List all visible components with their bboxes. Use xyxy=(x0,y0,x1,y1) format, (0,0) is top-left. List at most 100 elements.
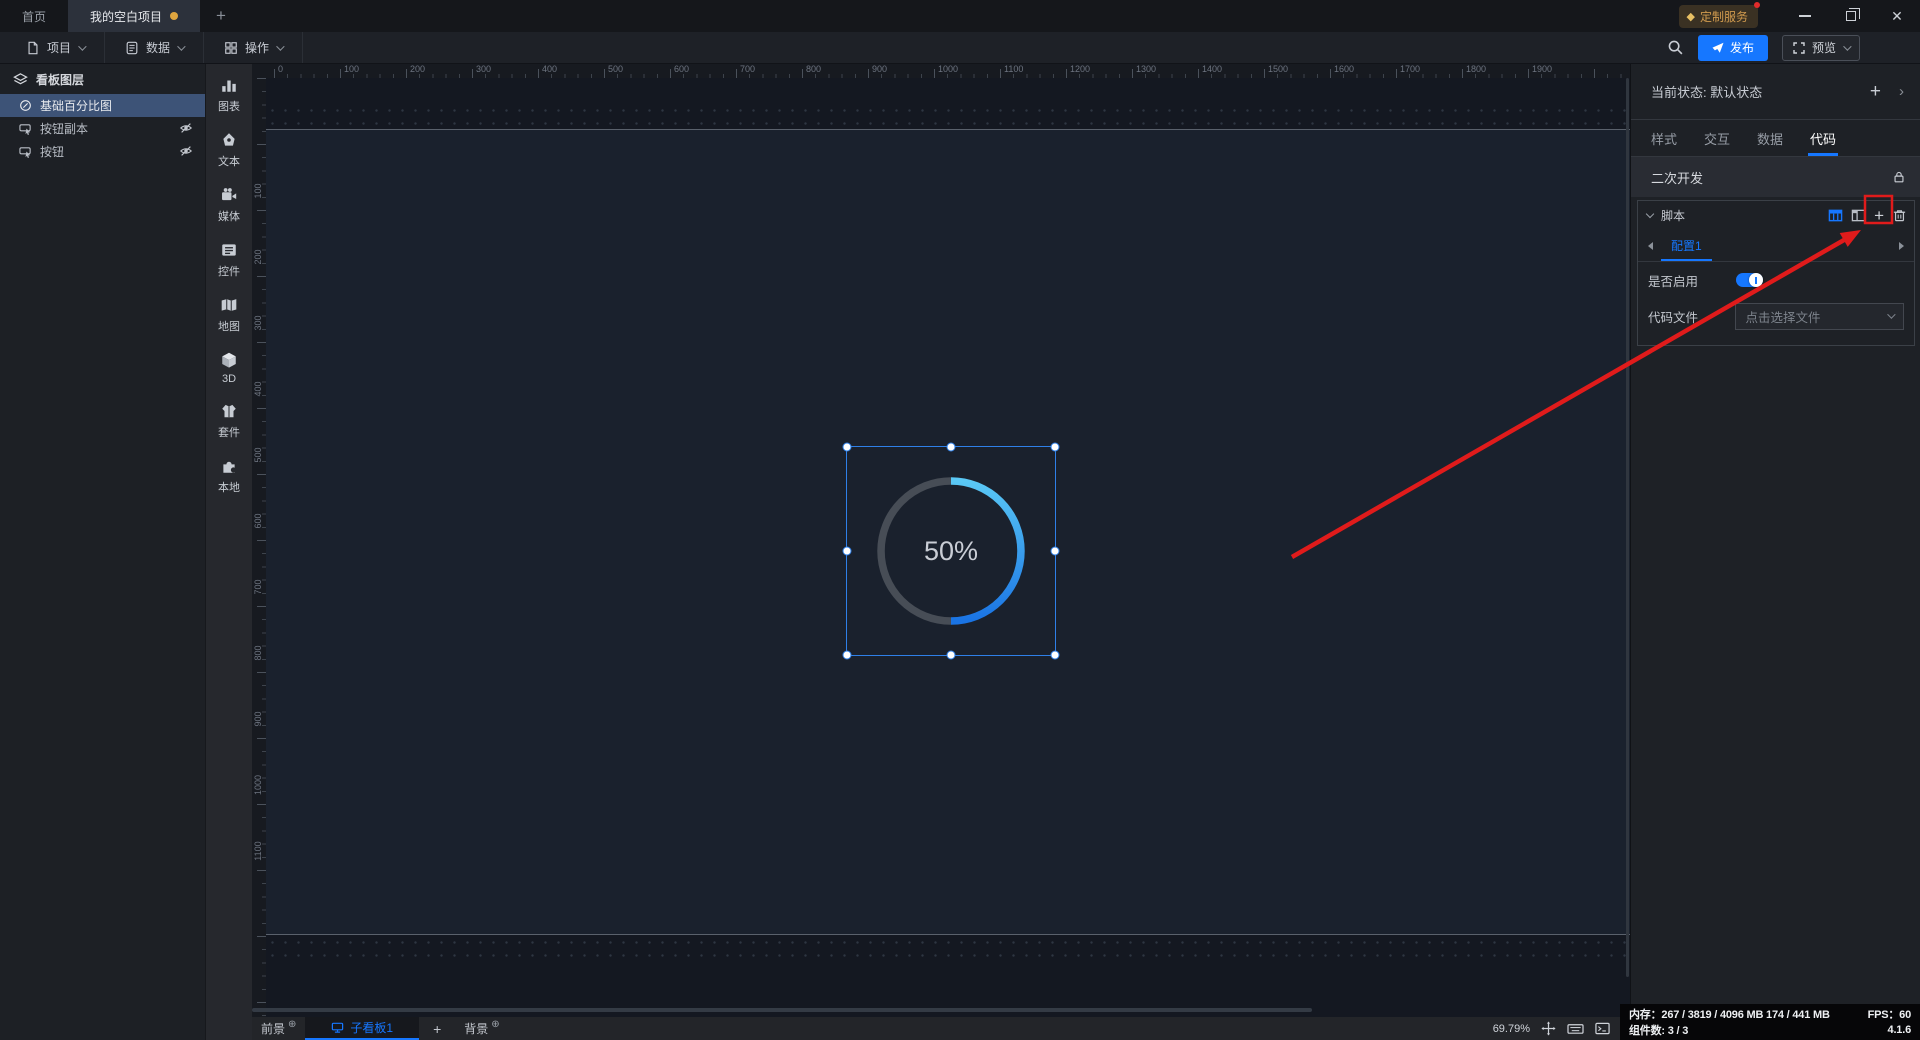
resize-handle-e[interactable] xyxy=(1050,546,1060,556)
panel-view-icon[interactable] xyxy=(1851,208,1866,223)
pan-tool-icon[interactable] xyxy=(1541,1021,1556,1036)
ruler-label: 1300 xyxy=(1136,64,1157,74)
foreground-label: 前景 xyxy=(261,1022,286,1036)
tool-label: 图表 xyxy=(218,101,240,113)
resize-handle-n[interactable] xyxy=(946,442,956,452)
foreground-button[interactable]: 前景 ⊕ xyxy=(252,1017,305,1040)
tool-3d[interactable]: 3D xyxy=(206,351,252,385)
ruler-label: 900 xyxy=(253,711,263,727)
horizontal-ruler: 0 100 200 300 400 500 600 700 800 900 1000 1100 1200… xyxy=(266,64,1630,78)
close-button[interactable]: ✕ xyxy=(1874,0,1920,32)
ruler-label: 0 xyxy=(278,64,284,74)
tool-label: 媒体 xyxy=(218,211,240,223)
lock-icon[interactable] xyxy=(1892,170,1906,184)
media-icon xyxy=(222,188,237,201)
code-file-placeholder: 点击选择文件 xyxy=(1745,310,1821,325)
menu-actions-label: 操作 xyxy=(245,41,270,55)
config-tab-1[interactable]: 配置1 xyxy=(1661,230,1712,261)
background-button[interactable]: 背景 ⊕ xyxy=(455,1017,508,1040)
chevron-down-icon xyxy=(276,41,285,51)
tab-data[interactable]: 数据 xyxy=(1757,120,1783,156)
keyboard-icon[interactable] xyxy=(1567,1021,1584,1036)
tab-code[interactable]: 代码 xyxy=(1808,120,1839,156)
local-icon xyxy=(223,461,235,473)
tool-text[interactable]: 文本 xyxy=(206,131,252,169)
horizontal-scrollbar[interactable] xyxy=(252,1008,1312,1012)
eye-off-icon[interactable] xyxy=(179,144,193,158)
ruler-label: 200 xyxy=(253,249,263,265)
menu-actions[interactable]: 操作 xyxy=(204,32,304,63)
enable-toggle[interactable] xyxy=(1736,273,1763,287)
add-board-button[interactable]: + xyxy=(419,1017,455,1040)
secondary-dev-section[interactable]: 二次开发 xyxy=(1631,157,1920,197)
terminal-icon[interactable] xyxy=(1595,1021,1610,1036)
search-icon[interactable] xyxy=(1667,39,1684,56)
maximize-button[interactable] xyxy=(1828,0,1874,32)
new-tab-button[interactable]: + xyxy=(200,0,242,32)
tool-map[interactable]: 地图 xyxy=(206,296,252,334)
layers-icon xyxy=(13,72,28,84)
menu-project[interactable]: 项目 xyxy=(6,32,106,63)
tool-label: 控件 xyxy=(218,266,240,278)
scroll-right-icon[interactable] xyxy=(1899,241,1904,250)
layers-panel: 看板图层 基础百分比图 按钮副本 按钮 xyxy=(0,64,205,1040)
layer-item-button-copy[interactable]: 按钮副本 xyxy=(0,117,205,140)
preview-button[interactable]: 预览 xyxy=(1781,34,1860,61)
chart-icon xyxy=(222,80,236,92)
menu-data-label: 数据 xyxy=(146,41,171,55)
add-foreground-icon[interactable]: ⊕ xyxy=(288,1019,296,1030)
component-toolbox: 图表 文本 媒体 控件 地图 3D 套件 本地 xyxy=(205,64,252,1040)
ruler-label: 400 xyxy=(542,64,558,74)
resize-handle-se[interactable] xyxy=(1050,650,1060,660)
tab-home[interactable]: 首页 xyxy=(0,0,68,32)
tab-home-label: 首页 xyxy=(22,9,47,24)
tool-media[interactable]: 媒体 xyxy=(206,186,252,224)
resize-handle-ne[interactable] xyxy=(1050,442,1060,452)
offcanvas-dot-grid xyxy=(266,104,1630,129)
tab-interaction[interactable]: 交互 xyxy=(1704,120,1730,156)
ruler-label: 800 xyxy=(806,64,822,74)
eye-off-icon[interactable] xyxy=(179,121,193,135)
code-file-select[interactable]: 点击选择文件 xyxy=(1734,302,1904,330)
ruler-label: 700 xyxy=(253,579,263,595)
tool-label: 套件 xyxy=(218,427,240,439)
menu-data[interactable]: 数据 xyxy=(105,32,205,63)
tool-label: 本地 xyxy=(218,482,240,494)
inspector-panel: 当前状态: 默认状态 + › 样式 交互 数据 代码 二次开发 脚本 + 配置1… xyxy=(1630,64,1920,1040)
trash-icon[interactable] xyxy=(1892,208,1907,223)
resize-handle-s[interactable] xyxy=(946,650,956,660)
vertical-scrollbar[interactable] xyxy=(1626,78,1629,977)
resize-handle-w[interactable] xyxy=(842,546,852,556)
add-config-button[interactable]: + xyxy=(1874,207,1884,224)
scroll-left-icon[interactable] xyxy=(1648,241,1653,250)
tab-project[interactable]: 我的空白项目 xyxy=(68,0,201,32)
tool-charts[interactable]: 图表 xyxy=(206,76,252,114)
collapse-chevron-icon[interactable] xyxy=(1645,209,1655,219)
widget-icon xyxy=(222,244,236,256)
ruler-label: 400 xyxy=(253,381,263,397)
ruler-label: 1700 xyxy=(1400,64,1421,74)
tool-local[interactable]: 本地 xyxy=(206,457,252,495)
ruler-label: 1600 xyxy=(1334,64,1355,74)
selected-widget-percent-chart[interactable]: 50% xyxy=(842,442,1060,660)
chevron-down-icon xyxy=(1843,41,1852,51)
subboard-tab[interactable]: 子看板1 xyxy=(305,1017,420,1040)
add-background-icon[interactable]: ⊕ xyxy=(491,1019,499,1030)
ruler-label: 1800 xyxy=(1466,64,1487,74)
tool-widgets[interactable]: 控件 xyxy=(206,241,252,279)
next-state-icon[interactable]: › xyxy=(1899,83,1904,100)
design-canvas[interactable]: 0 100 200 300 400 500 600 700 800 900 1000 1100 1200… xyxy=(252,64,1630,1017)
layer-item-button[interactable]: 按钮 xyxy=(0,140,205,163)
table-view-icon[interactable] xyxy=(1828,208,1843,223)
tab-style[interactable]: 样式 xyxy=(1651,120,1677,156)
tool-kits[interactable]: 套件 xyxy=(206,402,252,440)
layer-item-percent-chart[interactable]: 基础百分比图 xyxy=(0,94,205,117)
add-state-button[interactable]: + xyxy=(1870,81,1881,103)
zoom-level[interactable]: 69.79% xyxy=(1493,1023,1530,1035)
resize-handle-nw[interactable] xyxy=(842,442,852,452)
minimize-button[interactable] xyxy=(1782,0,1828,32)
publish-button[interactable]: 发布 xyxy=(1697,34,1768,61)
chevron-down-icon xyxy=(1887,310,1896,319)
resize-handle-sw[interactable] xyxy=(842,650,852,660)
custom-service-badge[interactable]: ◆ 定制服务 xyxy=(1678,1,1760,28)
